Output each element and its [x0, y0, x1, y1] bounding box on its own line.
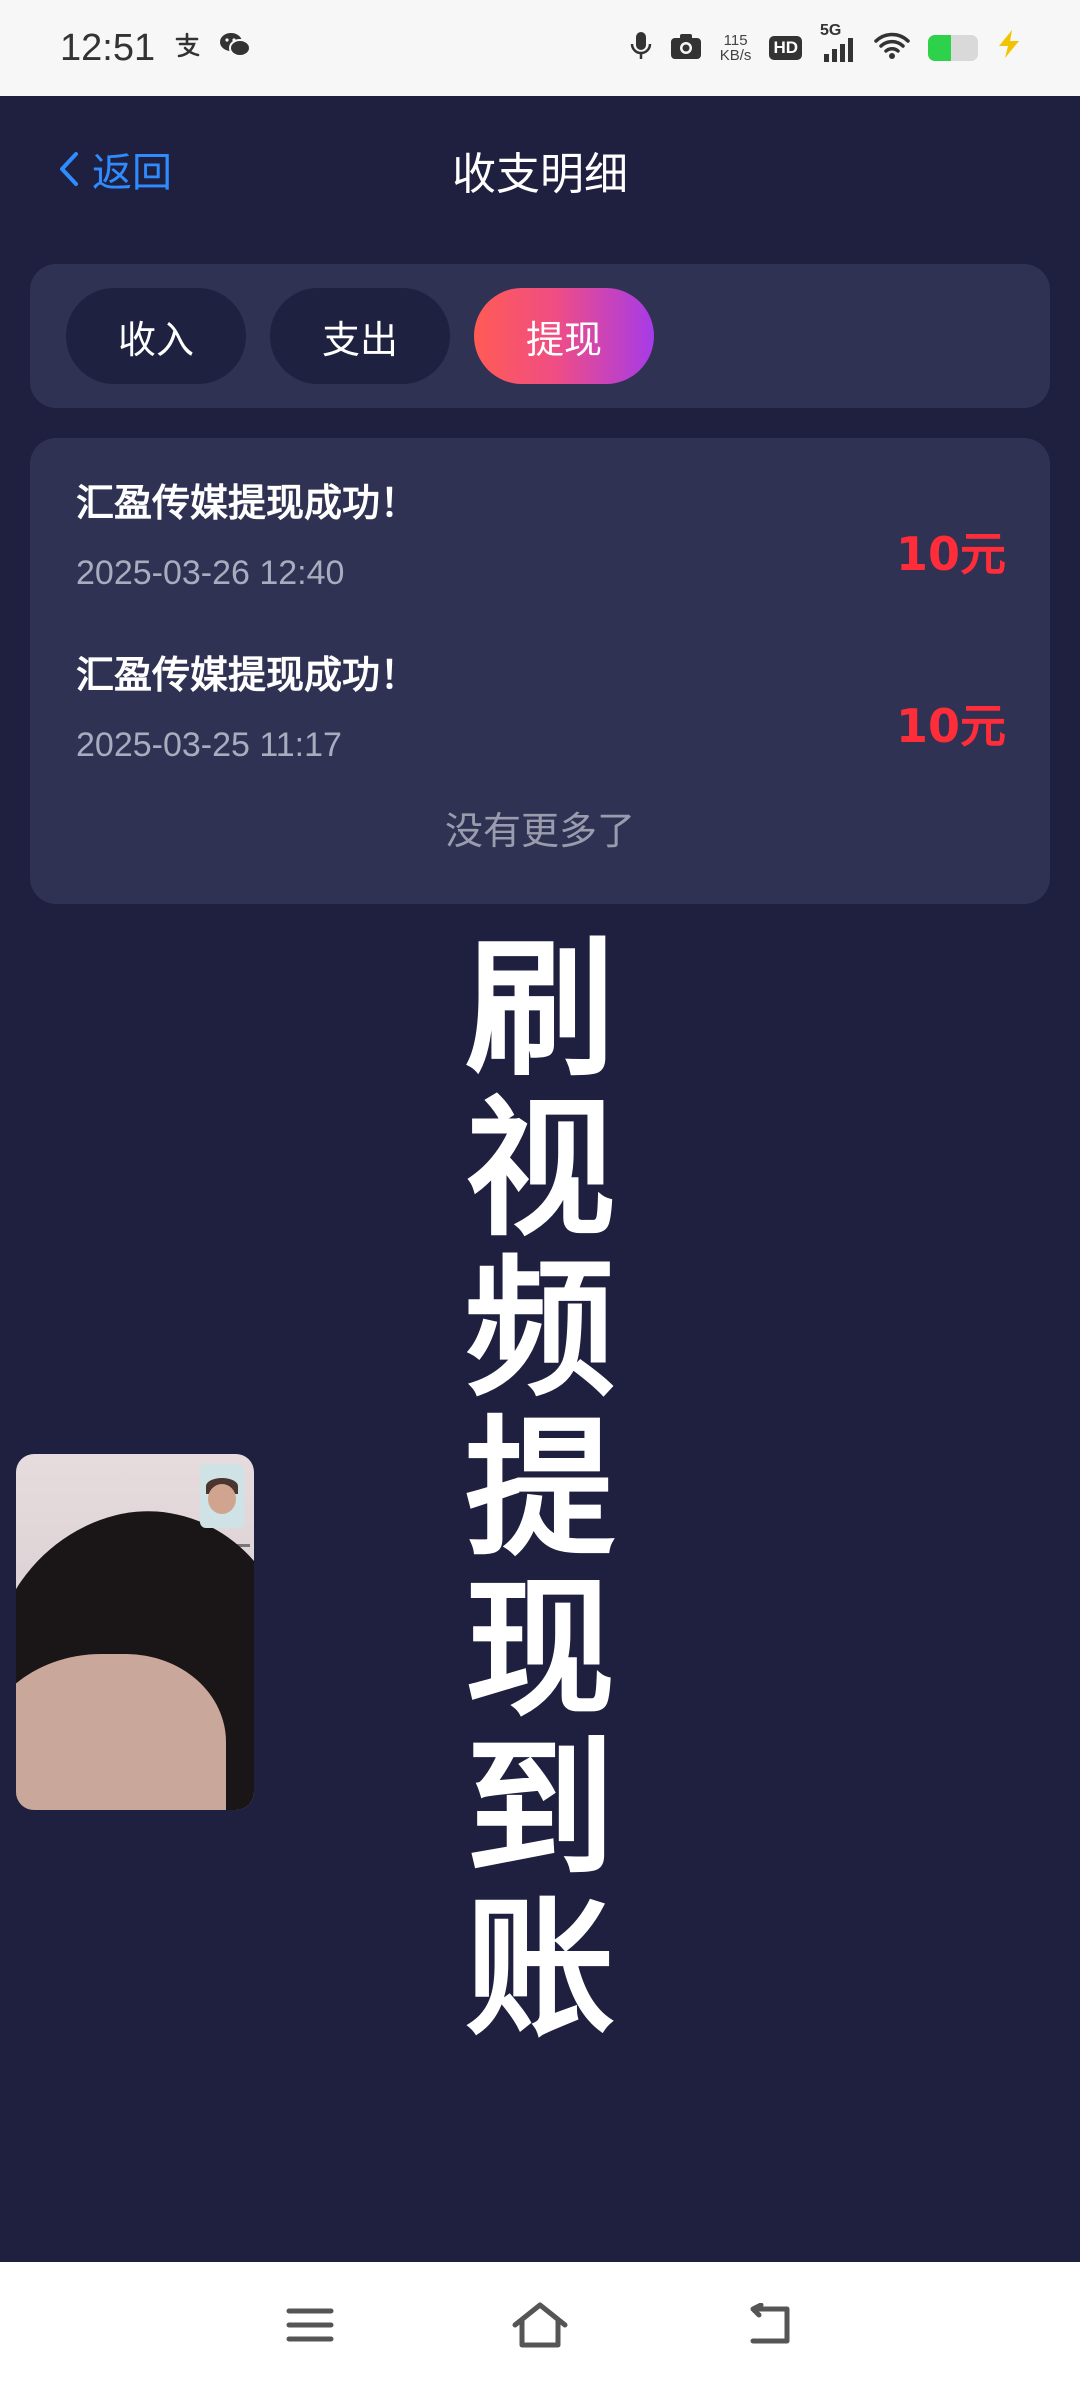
list-item[interactable]: 汇盈传媒提现成功！ 2025-03-26 12:40 10元: [76, 472, 1006, 612]
self-view-thumbnail[interactable]: [200, 1464, 244, 1528]
hd-icon: HD: [769, 36, 802, 60]
charging-icon: [996, 29, 1022, 67]
battery-icon: [928, 35, 978, 61]
battery-fill: [928, 35, 951, 61]
video-call-window[interactable]: [16, 1454, 254, 1810]
record-time: 2025-03-26 12:40: [76, 554, 345, 592]
alipay-icon: [173, 31, 201, 66]
status-left: 12:51: [60, 26, 252, 70]
records-list: 汇盈传媒提现成功！ 2025-03-26 12:40 10元 汇盈传媒提现成功！…: [30, 438, 1050, 904]
overlay-char: 频: [464, 1243, 615, 1417]
overlay-char: 现: [464, 1563, 615, 1737]
record-title: 汇盈传媒提现成功！: [76, 653, 419, 697]
network-label: 5G: [820, 22, 842, 39]
net-speed: 115 KB/s: [720, 33, 752, 63]
overlay-char: 视: [464, 1083, 615, 1257]
page-title: 收支明细: [452, 149, 628, 200]
record-amount: 10元: [895, 527, 1006, 581]
record-title: 汇盈传媒提现成功！: [76, 481, 419, 525]
home-icon[interactable]: [510, 2295, 570, 2355]
tab-income[interactable]: 收入: [66, 288, 246, 384]
status-right: 115 KB/s HD 5G: [630, 22, 1022, 67]
back-icon[interactable]: [740, 2295, 800, 2355]
tab-withdraw[interactable]: 提现: [474, 288, 654, 384]
overlay-char: 提: [464, 1403, 615, 1577]
tabs-card: 收入 支出 提现: [30, 264, 1050, 408]
overlay-caption: 刷 视 频 提 现 到 账: [440, 930, 640, 2050]
tab-expense[interactable]: 支出: [270, 288, 450, 384]
wifi-icon: [874, 32, 910, 64]
net-speed-unit: KB/s: [719, 47, 752, 64]
menu-icon[interactable]: [280, 2295, 340, 2355]
overlay-char: 账: [464, 1883, 615, 2057]
nav-bar: [0, 2262, 1080, 2388]
list-end-text: 没有更多了: [444, 809, 635, 853]
mic-icon: [630, 30, 652, 66]
net-speed-value: 115: [723, 32, 748, 49]
5g-signal-icon: 5G: [820, 22, 856, 62]
overlay-char: 到: [464, 1723, 615, 1897]
record-amount: 10元: [895, 699, 1006, 753]
overlay-char: 刷: [464, 923, 615, 1097]
header: 返回 收支明细: [0, 96, 1080, 234]
status-time: 12:51: [60, 26, 156, 69]
camera-icon: [670, 32, 702, 64]
person-face: [16, 1654, 226, 1810]
status-bar: 12:51 115 KB/s HD 5G: [0, 0, 1080, 96]
wechat-icon: [219, 31, 252, 66]
list-item[interactable]: 汇盈传媒提现成功！ 2025-03-25 11:17 10元: [76, 644, 1006, 784]
record-time: 2025-03-25 11:17: [76, 726, 342, 764]
